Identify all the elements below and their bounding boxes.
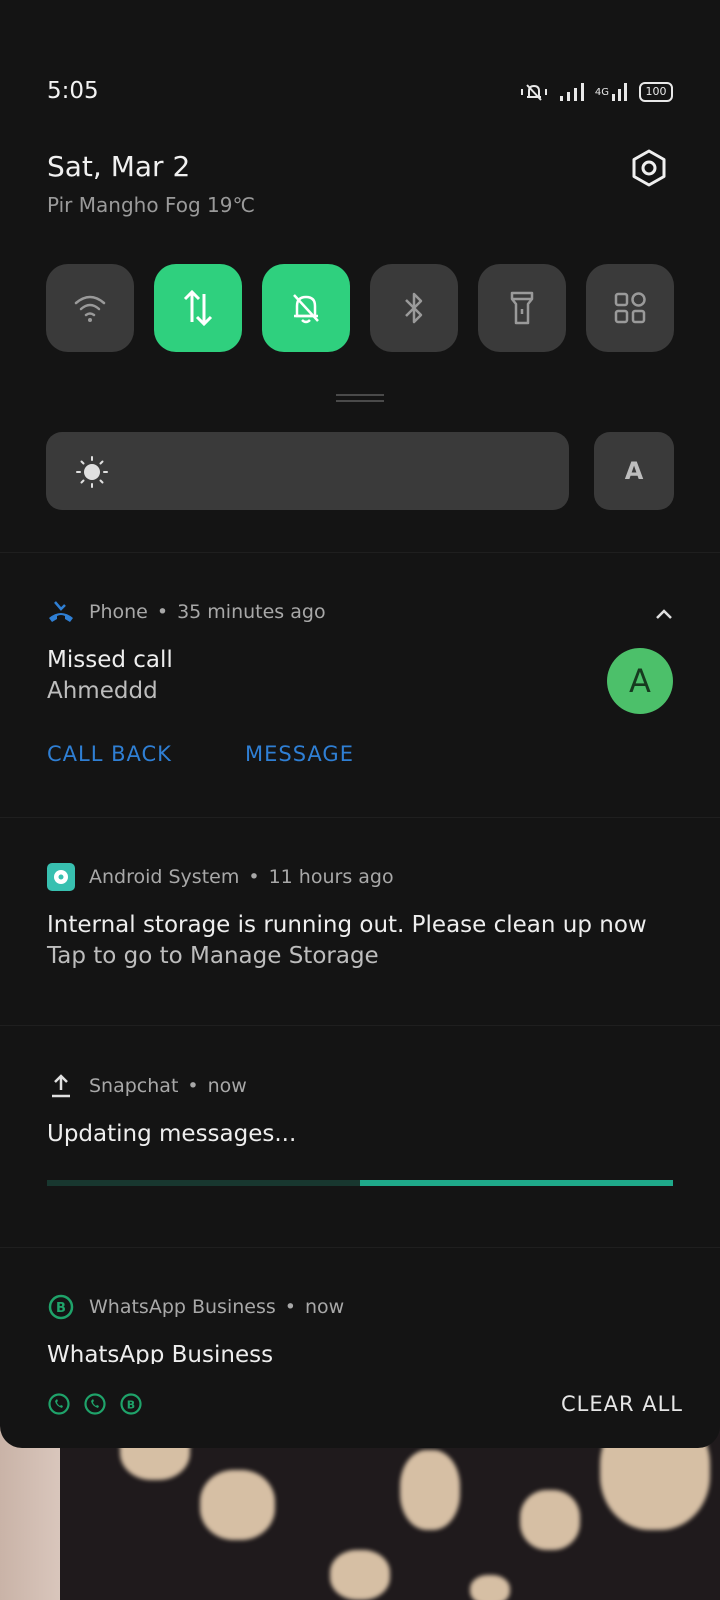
notification-title: Internal storage is running out. Please … (47, 912, 647, 938)
notification-time: 11 hours ago (268, 866, 394, 888)
signal-4g-icon: 4G (595, 82, 629, 102)
notification-header: Phone • 35 minutes ago (47, 597, 673, 627)
grid-icon (614, 292, 646, 324)
drag-handle[interactable] (336, 394, 384, 406)
vibrate-silent-icon (519, 82, 549, 102)
brightness-slider[interactable] (46, 432, 569, 510)
notification-header: B WhatsApp Business • now (47, 1292, 673, 1322)
progress-bar (47, 1180, 673, 1186)
divider (0, 1025, 720, 1026)
notification-time: now (207, 1075, 247, 1097)
divider (0, 817, 720, 818)
bluetooth-tile[interactable] (370, 264, 458, 352)
notification-title: Updating messages... (47, 1121, 297, 1147)
notification-whatsapp-business[interactable]: B WhatsApp Business • now WhatsApp Busin… (47, 1292, 673, 1372)
notification-time: now (304, 1296, 345, 1318)
chevron-up-icon[interactable] (655, 605, 673, 624)
mobile-data-tile[interactable] (154, 264, 242, 352)
wallpaper-flower (400, 1450, 460, 1530)
divider (0, 1247, 720, 1248)
auto-brightness-button[interactable]: A (594, 432, 674, 510)
notification-footer: B CLEAR ALL (47, 1392, 682, 1422)
wallpaper-flower (330, 1550, 390, 1600)
separator-dot: • (156, 601, 169, 623)
flashlight-icon (510, 291, 534, 325)
notification-header: Android System • 11 hours ago (47, 862, 673, 892)
whatsapp-icon[interactable] (47, 1392, 71, 1420)
notification-shade: 5:05 4G 100 Sat, Mar 2 Pir Mangho Fog 19… (0, 0, 720, 1448)
bluetooth-icon (405, 292, 423, 324)
svg-text:B: B (127, 1399, 135, 1412)
divider (0, 552, 720, 553)
notification-phone[interactable]: Phone • 35 minutes ago Missed call Ahmed… (47, 597, 673, 787)
notification-time: 35 minutes ago (177, 601, 326, 623)
clock: 5:05 (47, 78, 99, 104)
battery-icon: 100 (639, 82, 673, 102)
wifi-icon (74, 295, 106, 322)
clear-all-button[interactable]: CLEAR ALL (561, 1392, 683, 1416)
silent-tile[interactable] (262, 264, 350, 352)
mobile-data-icon (183, 289, 213, 327)
status-icons: 4G 100 (519, 82, 673, 102)
storage-icon (47, 863, 75, 891)
app-name: Phone (89, 601, 148, 623)
svg-text:B: B (56, 1301, 66, 1316)
separator-dot: • (248, 866, 260, 888)
message-button[interactable]: MESSAGE (245, 742, 354, 766)
upload-icon (47, 1072, 75, 1100)
quick-settings-tiles (46, 264, 674, 352)
whatsapp-business-icon: B (47, 1293, 75, 1321)
network-type: 4G (594, 86, 609, 98)
missed-call-icon (47, 598, 75, 626)
date: Sat, Mar 2 (47, 150, 191, 183)
separator-dot: • (187, 1075, 199, 1097)
app-name: WhatsApp Business (89, 1296, 276, 1318)
status-bar: 5:05 4G 100 (47, 74, 673, 110)
collapsed-app-icons: B (47, 1392, 143, 1420)
wallpaper-flower (520, 1490, 580, 1550)
app-name: Snapchat (89, 1075, 179, 1097)
notification-title: WhatsApp Business (47, 1342, 274, 1364)
separator-dot: • (284, 1296, 296, 1318)
brightness-icon (76, 456, 108, 492)
weather: Pir Mangho Fog 19℃ (47, 193, 255, 217)
wallpaper-flower (470, 1575, 510, 1600)
whatsapp-icon[interactable] (83, 1392, 107, 1420)
silent-bell-icon (293, 294, 319, 324)
signal-icon (559, 82, 585, 102)
settings-button[interactable] (629, 148, 669, 188)
notification-title: Missed call (47, 647, 173, 673)
notification-header: Snapchat • now (47, 1071, 673, 1101)
whatsapp-business-icon[interactable]: B (119, 1392, 143, 1420)
progress-fill (360, 1180, 673, 1186)
gear-icon (632, 149, 666, 187)
notification-snapchat[interactable]: Snapchat • now Updating messages... (47, 1071, 673, 1181)
notification-text: Tap to go to Manage Storage (47, 943, 379, 969)
wifi-tile[interactable] (46, 264, 134, 352)
notification-android-system[interactable]: Android System • 11 hours ago Internal s… (47, 862, 673, 972)
notification-text: Ahmeddd (47, 678, 158, 704)
edit-tiles-tile[interactable] (586, 264, 674, 352)
avatar: A (607, 648, 673, 714)
app-name: Android System (89, 866, 240, 888)
call-back-button[interactable]: CALL BACK (47, 742, 172, 766)
wallpaper-flower (200, 1470, 275, 1540)
flashlight-tile[interactable] (478, 264, 566, 352)
